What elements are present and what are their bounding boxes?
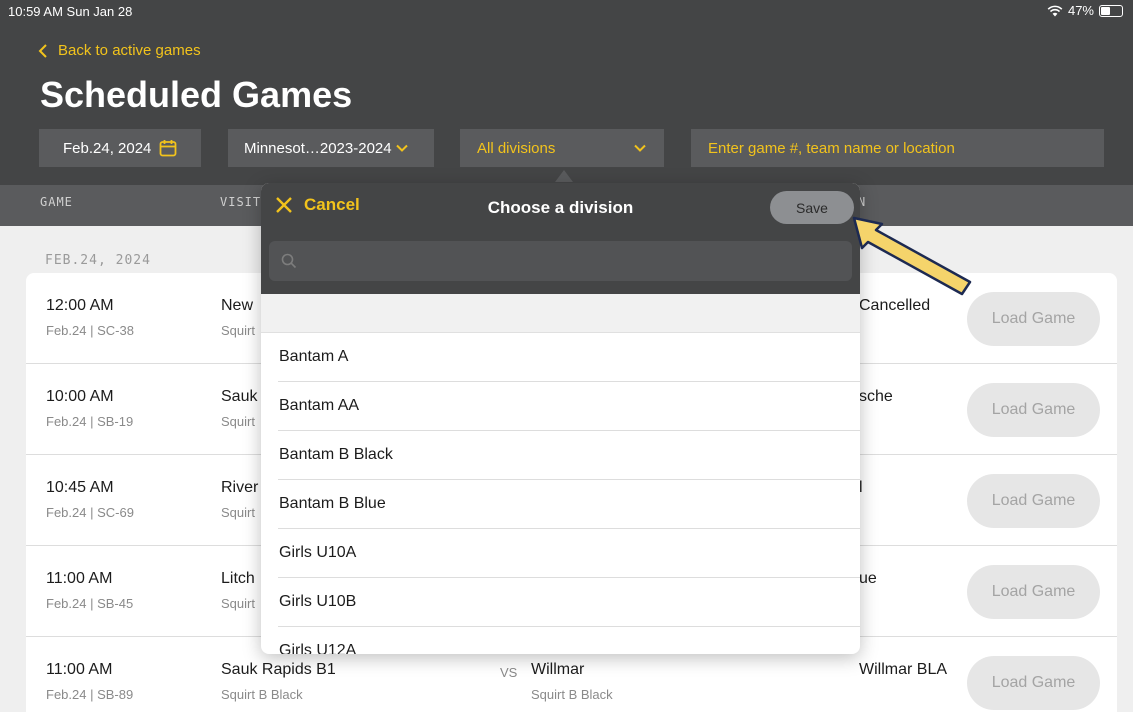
division-search-input[interactable] (305, 252, 852, 270)
game-time: 12:00 AM (46, 297, 114, 314)
division-filter-value: All divisions (477, 139, 556, 157)
visitor-division: Squirt (221, 323, 255, 338)
chevron-down-icon (634, 144, 646, 152)
status-time: 10:59 AM Sun Jan 28 (8, 4, 133, 19)
home-division: Squirt B Black (531, 687, 613, 702)
game-id: Feb.24 | SC-38 (46, 323, 134, 338)
league-filter[interactable]: Minnesot…2023-2024 (228, 129, 434, 167)
division-search[interactable] (269, 241, 852, 281)
cancel-button[interactable]: Cancel (274, 195, 360, 215)
division-filter[interactable]: All divisions (460, 129, 664, 167)
section-date: FEB.24, 2024 (45, 253, 151, 268)
division-option-empty[interactable] (261, 294, 860, 333)
vs-label: VS (500, 665, 518, 680)
game-location: ue (859, 570, 877, 587)
division-option[interactable]: Bantam AA (278, 382, 860, 431)
game-id: Feb.24 | SB-45 (46, 596, 134, 611)
game-location: sche (859, 388, 893, 405)
column-header-visitor: VISIT (220, 195, 262, 209)
modal-header: Cancel Choose a division Save (261, 183, 860, 294)
visitor-team: Sauk Rapids B1 (221, 661, 336, 678)
page-title: Scheduled Games (40, 74, 353, 115)
division-option[interactable]: Girls U10A (278, 529, 860, 578)
battery-icon (1099, 4, 1123, 17)
calendar-icon (160, 140, 177, 157)
date-filter-value: Feb.24, 2024 (63, 139, 152, 157)
division-option[interactable]: Bantam A (278, 333, 860, 382)
back-link-label: Back to active games (58, 42, 201, 59)
status-indicators: 47% (1047, 3, 1123, 18)
visitor-division: Squirt (221, 505, 255, 520)
game-search-input[interactable]: Enter game #, team name or location (691, 129, 1104, 167)
date-filter[interactable]: Feb.24, 2024 (39, 129, 201, 167)
game-time: 11:00 AM (46, 570, 113, 587)
load-game-button[interactable]: Load Game (967, 292, 1100, 346)
game-id: Feb.24 | SB-89 (46, 687, 134, 702)
visitor-division: Squirt (221, 414, 255, 429)
cancel-label: Cancel (304, 195, 360, 214)
battery-percent: 47% (1067, 3, 1094, 18)
load-game-button[interactable]: Load Game (967, 474, 1100, 528)
back-link[interactable]: Back to active games (38, 42, 201, 59)
close-icon (276, 197, 292, 213)
load-game-button[interactable]: Load Game (967, 565, 1100, 619)
visitor-division: Squirt B Black (221, 687, 303, 702)
division-option[interactable]: Girls U12A (278, 627, 860, 654)
game-location: Cancelled (859, 297, 931, 314)
visitor-team: Sauk (221, 388, 258, 405)
load-game-button[interactable]: Load Game (967, 656, 1100, 710)
visitor-team: Litch (221, 570, 255, 587)
game-location: Willmar BLA (859, 661, 948, 678)
visitor-division: Squirt (221, 596, 255, 611)
visitor-team: River (221, 479, 259, 496)
status-bar: 10:59 AM Sun Jan 28 47% (0, 0, 1133, 20)
column-header-game: GAME (40, 195, 73, 209)
visitor-team: New (221, 297, 254, 314)
wifi-icon (1047, 5, 1063, 16)
dropdown-caret (555, 170, 573, 182)
game-id: Feb.24 | SC-69 (46, 505, 134, 520)
league-filter-value: Minnesot…2023-2024 (244, 139, 392, 157)
division-option[interactable]: Bantam B Blue (278, 480, 860, 529)
chevron-left-icon (38, 43, 47, 58)
load-game-button[interactable]: Load Game (967, 383, 1100, 437)
game-time: 11:00 AM (46, 661, 113, 678)
game-id: Feb.24 | SB-19 (46, 414, 134, 429)
game-time: 10:00 AM (46, 388, 114, 405)
division-option[interactable]: Girls U10B (278, 578, 860, 627)
search-icon (281, 253, 297, 269)
game-time: 10:45 AM (46, 479, 114, 496)
home-team: Willmar (531, 661, 585, 678)
chevron-down-icon (395, 144, 408, 152)
division-picker-modal: Cancel Choose a division Save Bantam A B… (261, 183, 860, 654)
game-search-placeholder: Enter game #, team name or location (708, 139, 955, 157)
division-option[interactable]: Bantam B Black (278, 431, 860, 480)
save-button[interactable]: Save (770, 191, 854, 224)
